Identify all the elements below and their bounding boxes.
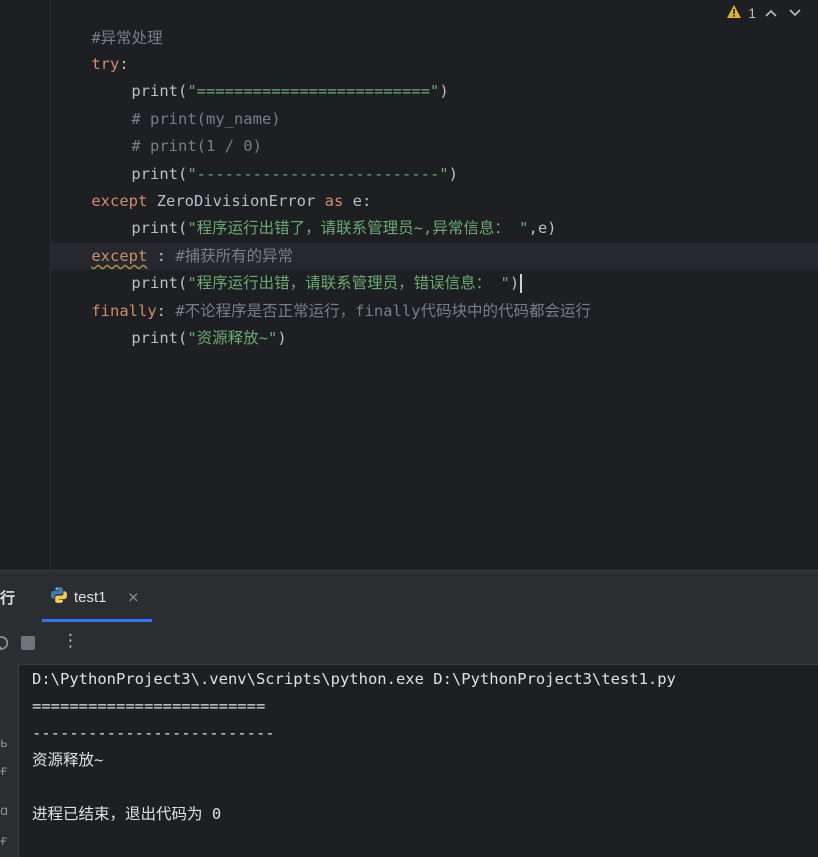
code-line: # print(1 / 0) xyxy=(54,106,262,155)
chevron-down-icon[interactable] xyxy=(786,4,804,22)
code-line: print("程序运行出错了，请联系管理员~,异常信息： ",e) xyxy=(54,188,556,237)
left-strip-partial: ь ғ ɑ ғ xyxy=(0,664,19,857)
rerun-icon[interactable] xyxy=(0,635,9,655)
code-text: ,e) xyxy=(528,219,557,237)
tool-window-title: 行 xyxy=(0,590,16,607)
code-line: print("=========================") xyxy=(54,51,448,100)
code-editor[interactable]: 1 #异常处理 try: print("====================… xyxy=(0,0,818,570)
warning-triangle-icon xyxy=(726,4,742,22)
strip-glyph: ғ xyxy=(0,834,8,849)
code-line: # print(my_name) xyxy=(54,79,280,128)
inspection-widget[interactable]: 1 xyxy=(726,2,804,24)
strip-glyph: ɑ xyxy=(0,804,9,819)
code-line: #异常处理 xyxy=(54,0,162,47)
code-paren: ) xyxy=(277,329,287,347)
python-icon xyxy=(50,586,68,608)
strip-glyph: ь xyxy=(0,736,8,751)
tool-window-header: 行 test1 × xyxy=(0,570,818,623)
console-line: ========================= xyxy=(32,697,266,715)
more-options-icon[interactable]: ⋮ xyxy=(62,631,79,651)
code-line: print("资源释放~") xyxy=(54,298,286,347)
code-line: except ZeroDivisionError as e: xyxy=(54,161,371,210)
console-line: D:\PythonProject3\.venv\Scripts\python.e… xyxy=(32,670,676,688)
code-function: print xyxy=(131,329,178,347)
warning-count: 1 xyxy=(748,5,756,21)
console-line: 进程已结束，退出代码为 0 xyxy=(32,805,222,823)
code-string: "资源释放~" xyxy=(187,329,278,347)
gutter-divider xyxy=(50,0,51,570)
stop-icon[interactable] xyxy=(21,636,35,650)
chevron-up-icon[interactable] xyxy=(762,4,780,22)
code-paren: ) xyxy=(448,165,458,183)
code-line-current: print("程序运行出错，请联系管理员，错误信息： ") xyxy=(54,243,523,293)
console-line: 资源释放~ xyxy=(32,751,104,769)
close-icon[interactable]: × xyxy=(127,588,140,606)
console-output[interactable]: D:\PythonProject3\.venv\Scripts\python.e… xyxy=(32,666,812,828)
code-paren: ( xyxy=(178,329,188,347)
code-line: print("--------------------------") xyxy=(54,134,458,183)
code-paren: ) xyxy=(439,82,449,100)
code-line: finally: #不论程序是否正常运行，finally代码块中的代码都会运行 xyxy=(54,271,591,320)
run-tool-window: 行 test1 × ⋮ ь ғ ɑ ғ D:\PythonProject3\.v… xyxy=(0,570,818,857)
code-line: except : #捕获所有的异常 xyxy=(54,216,293,265)
console-line: -------------------------- xyxy=(32,724,275,742)
run-toolbar: ⋮ xyxy=(0,622,818,665)
tab-label: test1 xyxy=(74,588,107,606)
strip-glyph: ғ xyxy=(0,764,8,779)
code-line: try: xyxy=(54,24,128,73)
